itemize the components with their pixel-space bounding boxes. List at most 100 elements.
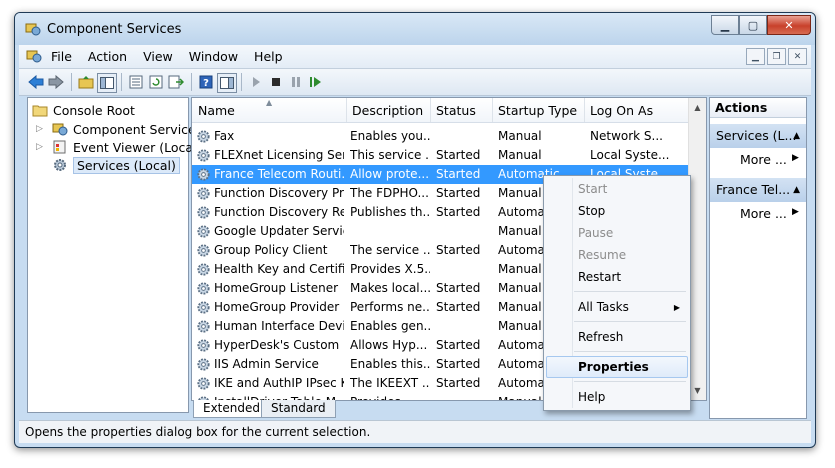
cell-name: HomeGroup Provider: [214, 300, 340, 314]
menu-help[interactable]: Help: [254, 49, 283, 64]
cell-description: The FDPHO...: [350, 186, 429, 200]
column-header-status[interactable]: Status: [430, 98, 493, 122]
table-row[interactable]: FLEXnet Licensing Ser... This service ...…: [192, 146, 688, 165]
cell-status: Started: [436, 186, 481, 200]
cell-name: HyperDesk's Custom ...: [214, 338, 344, 352]
submenu-arrow-icon: ▶: [792, 207, 799, 217]
cell-status: Started: [436, 281, 481, 295]
mdi-minimize-button[interactable]: ▁: [746, 48, 765, 65]
menu-window[interactable]: Window: [189, 49, 238, 64]
window-controls: ▁ ▢ ✕: [711, 15, 811, 35]
context-item-start[interactable]: Start: [578, 179, 607, 199]
tree-item-console-root[interactable]: Console Root: [32, 101, 135, 119]
close-button[interactable]: ✕: [767, 15, 811, 35]
title-bar[interactable]: Component Services ▁ ▢ ✕: [15, 13, 815, 45]
pause-service-button[interactable]: [287, 73, 305, 91]
cell-status: Started: [436, 338, 481, 352]
menu-file[interactable]: File: [51, 49, 72, 64]
restart-service-button[interactable]: [307, 73, 325, 91]
cell-description: The IKEEXT ...: [350, 376, 430, 390]
refresh-button[interactable]: [147, 73, 165, 91]
context-item-resume[interactable]: Resume: [578, 245, 626, 265]
column-header-startup-type[interactable]: Startup Type: [492, 98, 585, 122]
cell-name: FLEXnet Licensing Ser...: [214, 148, 344, 162]
cell-description: Publishes th...: [350, 205, 430, 219]
gear-icon: [197, 358, 210, 371]
tree-item-component-services[interactable]: ▷ Component Services: [36, 120, 202, 138]
menu-action[interactable]: Action: [88, 49, 127, 64]
show-hide-action-pane-button[interactable]: [217, 73, 237, 93]
cell-description: Allow prote...: [350, 167, 430, 181]
mdi-close-button[interactable]: ✕: [788, 48, 807, 65]
actions-group-france-telecom[interactable]: France Tel... ▲: [710, 178, 806, 202]
actions-group-services[interactable]: Services (L... ▲: [710, 124, 806, 148]
list-header: Name ▲ Description Status Startup Type L…: [192, 98, 689, 123]
context-item-all-tasks[interactable]: All Tasks: [578, 297, 629, 317]
action-more[interactable]: More ... ▶: [740, 152, 799, 167]
cell-logon: Network S...: [590, 129, 663, 143]
context-item-restart[interactable]: Restart: [578, 267, 621, 287]
cell-name: IIS Admin Service: [214, 357, 319, 371]
maximize-button[interactable]: ▢: [739, 15, 767, 35]
cell-description: Enables you...: [350, 129, 430, 143]
scroll-up-arrow-icon[interactable]: ▲: [691, 101, 704, 114]
gear-icon: [197, 339, 210, 352]
context-item-pause[interactable]: Pause: [578, 223, 613, 243]
tree-item-services-local[interactable]: Services (Local): [52, 156, 180, 174]
gear-icon: [197, 187, 210, 200]
cell-name: Health Key and Certifi...: [214, 262, 344, 276]
main-window: Component Services ▁ ▢ ✕ File Action Vie…: [14, 12, 816, 448]
export-list-button[interactable]: [167, 73, 185, 91]
tab-extended[interactable]: Extended: [193, 400, 270, 418]
context-item-help[interactable]: Help: [578, 387, 605, 407]
toolbar: ?: [19, 69, 811, 96]
column-header-log-on-as[interactable]: Log On As: [584, 98, 689, 122]
context-menu: Start Stop Pause Resume Restart All Task…: [543, 175, 691, 411]
folder-up-icon: [78, 76, 94, 89]
collapse-arrow-icon[interactable]: ▲: [793, 124, 800, 148]
mmc-document-icon[interactable]: [26, 49, 42, 63]
cell-name: Function Discovery Pr...: [214, 186, 344, 200]
svg-text:?: ?: [203, 78, 209, 89]
help-button[interactable]: ?: [197, 73, 215, 91]
context-item-refresh[interactable]: Refresh: [578, 327, 623, 347]
cell-description: Enables gen...: [350, 319, 430, 333]
column-header-description[interactable]: Description: [346, 98, 431, 122]
start-service-button[interactable]: [247, 73, 265, 91]
forward-button[interactable]: [47, 73, 65, 91]
minimize-button[interactable]: ▁: [711, 15, 739, 35]
console-tree-icon: [100, 77, 114, 89]
mdi-restore-button[interactable]: ❐: [767, 48, 786, 65]
window-title: Component Services: [47, 22, 182, 37]
tab-standard[interactable]: Standard: [261, 400, 336, 418]
cell-name: France Telecom Routi...: [214, 167, 344, 181]
tree-item-event-viewer[interactable]: ▷ Event Viewer (Local): [36, 138, 201, 156]
expand-arrow-icon[interactable]: ▷: [36, 142, 46, 152]
submenu-arrow-icon: ▶: [792, 153, 799, 163]
list-view-button[interactable]: [127, 73, 145, 91]
table-row[interactable]: Fax Enables you... Manual Network S...: [192, 127, 688, 146]
context-item-stop[interactable]: Stop: [578, 201, 605, 221]
column-header-name[interactable]: Name ▲: [192, 98, 347, 122]
context-item-properties[interactable]: Properties: [578, 357, 649, 377]
menu-view[interactable]: View: [143, 49, 173, 64]
collapse-arrow-icon[interactable]: ▲: [793, 178, 800, 202]
cell-name: Google Updater Service: [214, 224, 344, 238]
event-viewer-icon: [53, 140, 66, 154]
cell-status: Started: [436, 357, 481, 371]
show-hide-tree-button[interactable]: [97, 73, 117, 93]
expand-arrow-icon[interactable]: ▷: [36, 124, 46, 134]
context-menu-separator: [574, 351, 686, 352]
stop-service-button[interactable]: [267, 73, 285, 91]
toolbar-separator: [241, 73, 242, 91]
play-icon: [253, 77, 260, 87]
action-more[interactable]: More ... ▶: [740, 206, 799, 221]
back-button[interactable]: [27, 73, 45, 91]
scroll-down-arrow-icon[interactable]: ▼: [691, 384, 704, 397]
toolbar-separator: [121, 73, 122, 91]
forward-arrow-icon: [48, 75, 64, 89]
stop-icon: [272, 78, 280, 86]
cell-description: Makes local...: [350, 281, 430, 295]
actions-title: Actions: [710, 98, 806, 118]
up-one-level-button[interactable]: [77, 73, 95, 91]
